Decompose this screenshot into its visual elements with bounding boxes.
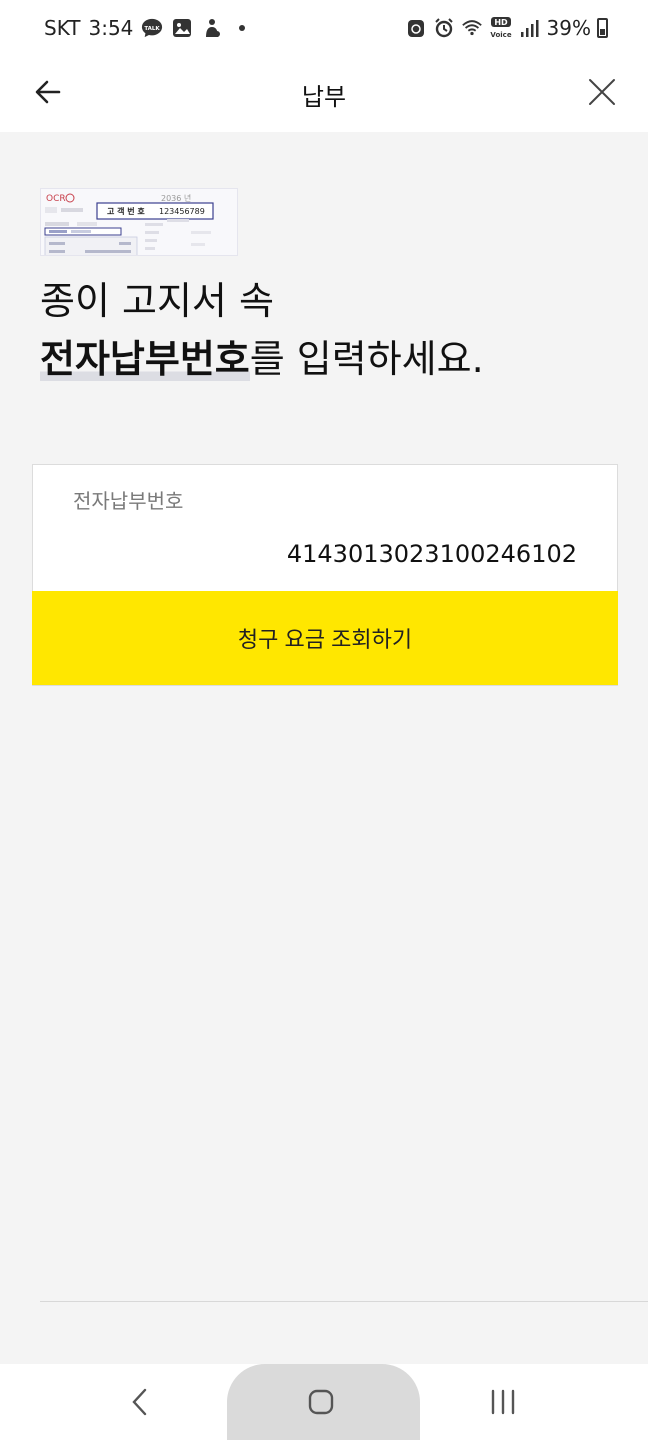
headline-emphasis: 전자납부번호 [40, 337, 250, 381]
nav-back-button[interactable] [110, 1372, 170, 1432]
recents-icon [491, 1389, 515, 1415]
hd-voice-icon: HD Voice [489, 17, 513, 39]
status-right: HD Voice 39% [405, 16, 608, 40]
home-icon [308, 1389, 334, 1415]
bill-customer-no: 123456789 [159, 207, 205, 216]
voice-badge-text: Voice [490, 31, 511, 39]
hd-badge-text: HD [494, 18, 508, 27]
gallery-notification-icon [171, 17, 193, 39]
app-bar: 납부 [0, 56, 648, 132]
headline-line2: 전자납부번호를 입력하세요. [40, 330, 484, 388]
back-button[interactable] [28, 72, 68, 112]
more-notifications-dot [239, 25, 246, 31]
payment-number-form: 전자납부번호 4143013023100246102 청구 요금 조회하기 [32, 464, 618, 686]
sample-bill-image: OCR 2036 년 고 객 번 호 123456789 [40, 188, 238, 256]
bill-customer-no-label: 고 객 번 호 [107, 206, 145, 216]
arrow-left-icon [35, 80, 61, 104]
page-title: 납부 [301, 82, 347, 111]
battery-percent: 39% [546, 16, 591, 40]
bill-year: 2036 년 [161, 193, 191, 203]
inquire-bill-button[interactable]: 청구 요금 조회하기 [32, 591, 618, 685]
status-left: SKT 3:54 TALK [44, 16, 246, 40]
wifi-icon [461, 17, 483, 39]
talk-badge-text: TALK [145, 26, 161, 32]
nav-home-button[interactable] [291, 1372, 351, 1432]
close-icon [589, 79, 615, 105]
chevron-left-icon [132, 1388, 147, 1416]
alarm-icon [433, 17, 455, 39]
headline-line2-rest: 를 입력하세요. [249, 337, 484, 381]
carrier-label: SKT [44, 16, 81, 40]
bill-ocr-label: OCR [46, 194, 66, 204]
clock: 3:54 [88, 16, 134, 40]
headline-line1: 종이 고지서 속 [40, 279, 274, 323]
signal-icon [519, 17, 541, 39]
headline: 종이 고지서 속 전자납부번호를 입력하세요. [40, 272, 484, 388]
divider [40, 1301, 648, 1302]
close-button[interactable] [580, 70, 624, 114]
app-notification-icon [201, 17, 223, 39]
battery-icon [597, 18, 608, 38]
nav-recents-button[interactable] [473, 1372, 533, 1432]
payment-number-label: 전자납부번호 [73, 489, 184, 513]
recycle-icon [405, 17, 427, 39]
talk-notification-icon: TALK [141, 17, 163, 39]
status-bar: SKT 3:54 TALK HD Voice 39% [0, 0, 648, 56]
payment-number-input[interactable]: 4143013023100246102 [33, 529, 617, 591]
